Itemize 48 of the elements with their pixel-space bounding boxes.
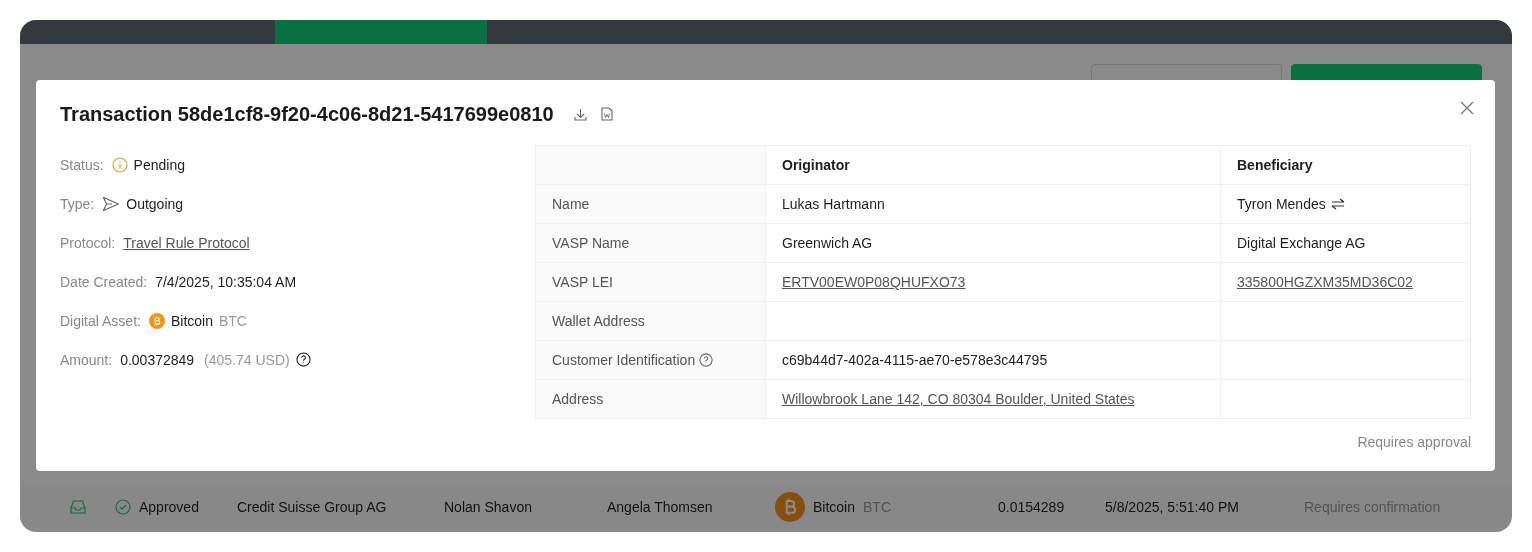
info-icon [111,156,128,173]
row-label: Address [552,391,604,407]
row-text: 0.0154289 [998,499,1065,515]
table-cell-text: Digital Exchange AG [1237,235,1366,251]
coin-icon [775,492,805,522]
detail-label: Type: [60,195,95,212]
help-icon[interactable] [295,352,311,367]
detail-value: 7/4/2025, 10:35:04 AM [155,273,297,290]
row-label: Customer Identification [552,352,696,368]
document-icon[interactable] [600,107,613,121]
row-text: Nolan Shavon [444,499,532,515]
coin-icon [148,312,165,329]
row-text: 5/8/2025, 5:51:40 PM [1105,499,1239,515]
approval-note: Requires approval [1357,434,1471,450]
row-text: Angela Thomsen [607,499,713,515]
detail-label: Status: [60,156,104,173]
status-text: Approved [139,499,199,515]
table-cell-text: Lukas Hartmann [782,196,885,212]
close-icon[interactable] [1459,100,1475,116]
detail-label: Amount: [60,351,113,368]
asset-unit: BTC [218,312,247,329]
row-label: VASP LEI [552,274,613,290]
detail-label: Protocol: [60,234,116,251]
row-label: Name [552,196,590,212]
row-label: Wallet Address [552,313,645,329]
detail-label: Digital Asset: [60,312,141,329]
row-text: Credit Suisse Group AG [237,499,387,515]
column-header: Beneficiary [1237,157,1313,173]
swap-icon[interactable] [1330,198,1345,210]
column-header: Originator [782,157,850,173]
row-label: VASP Name [552,235,630,251]
detail-label: Date Created: [60,273,148,290]
asset-name: Bitcoin [813,499,856,515]
check-circle-icon [115,499,131,515]
amount-usd: (405.74 USD) [204,351,290,368]
download-icon[interactable] [573,107,587,121]
amount-value: 0.00372849 [120,351,195,368]
protocol-link[interactable]: Travel Rule Protocol [123,234,250,251]
dialog-title: Transaction 58de1cf8-9f20-4c06-8d21-5417699e0810 [60,102,554,126]
status-value: Pending [133,156,185,173]
table-cell-text: c69b44d7-402a-4115-ae70-e578e3c44795 [782,352,1048,368]
type-value: Outgoing [126,195,184,212]
inbox-icon [70,500,86,514]
send-icon [102,195,121,212]
table-cell-text: Tyron Mendes [1237,196,1326,212]
table-link[interactable]: ERTV00EW0P08QHUFXO73 [782,274,966,290]
asset-name: Bitcoin [170,312,213,329]
table-cell-text: Greenwich AG [782,235,873,251]
